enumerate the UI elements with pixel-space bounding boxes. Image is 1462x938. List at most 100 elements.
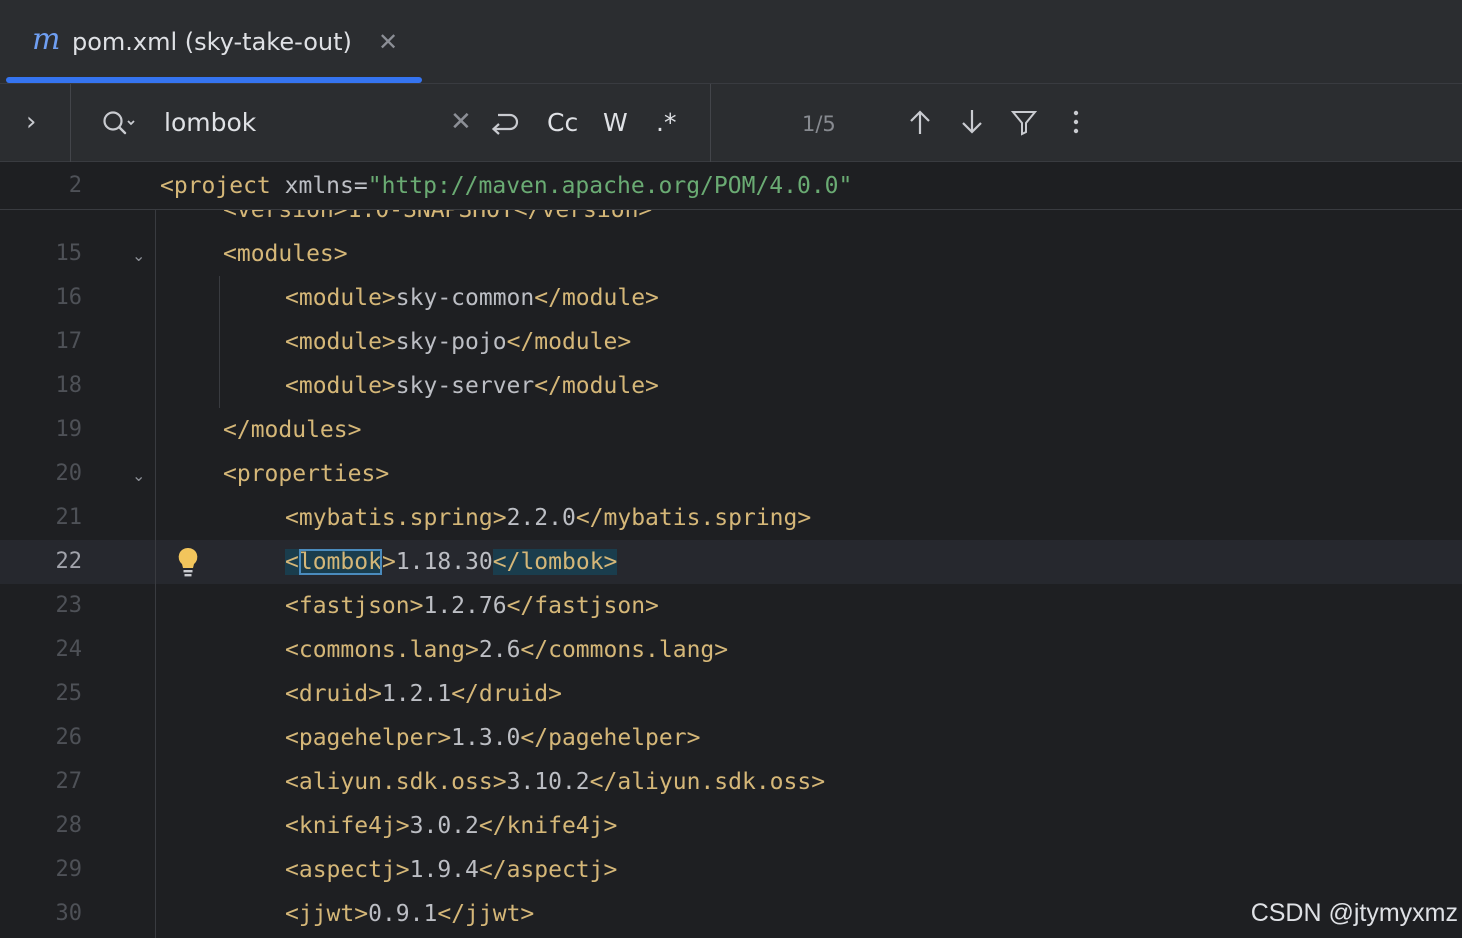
line-number: 22 bbox=[55, 549, 83, 574]
search-match-current: lombok bbox=[298, 549, 382, 575]
line-number: 16 bbox=[55, 285, 83, 310]
close-icon[interactable]: ✕ bbox=[378, 24, 398, 60]
newline-icon[interactable] bbox=[488, 106, 520, 142]
maven-icon: m bbox=[32, 22, 61, 57]
code-line: 23 <fastjson>1.2.76</fastjson> bbox=[0, 584, 1462, 628]
code-editor[interactable]: <version>1.0-SNAPSHOT</version> 15 ⌄ <mo… bbox=[0, 162, 1462, 938]
search-match: lombok bbox=[520, 549, 604, 575]
code-line: 27 <aliyun.sdk.oss>3.10.2</aliyun.sdk.os… bbox=[0, 760, 1462, 804]
find-bar: › lombok ✕ Cc W .* 1/5 bbox=[0, 84, 1462, 162]
code-text: <pagehelper>1.3.0</pagehelper> bbox=[285, 722, 700, 754]
chevron-down-icon[interactable]: ⌄ bbox=[132, 246, 145, 266]
xml-tag: <pagehelper> bbox=[285, 725, 452, 751]
line-number: 17 bbox=[55, 329, 83, 354]
search-icon[interactable] bbox=[102, 110, 136, 140]
more-vertical-icon[interactable] bbox=[1066, 106, 1086, 142]
line-number: 24 bbox=[55, 637, 83, 662]
xml-text: 1.3.0 bbox=[451, 725, 521, 751]
xml-tag: </aspectj> bbox=[478, 857, 618, 883]
code-text: <aliyun.sdk.oss>3.10.2</aliyun.sdk.oss> bbox=[285, 766, 825, 798]
xml-text: sky-server bbox=[395, 373, 535, 399]
xml-text: 2.2.0 bbox=[506, 505, 576, 531]
xml-text: 0.9.1 bbox=[368, 901, 438, 927]
xml-tag: </modules> bbox=[223, 417, 362, 443]
xml-tag: </module> bbox=[506, 329, 632, 355]
xml-tag: <commons.lang> bbox=[285, 637, 479, 663]
sticky-scope-line[interactable]: 2 <project xmlns="http://maven.apache.or… bbox=[0, 162, 1462, 210]
code-line: 21 <mybatis.spring>2.2.0</mybatis.spring… bbox=[0, 496, 1462, 540]
xml-tag: <project bbox=[160, 173, 271, 199]
line-number: 20 bbox=[55, 461, 83, 486]
xml-tag: </module> bbox=[534, 285, 659, 311]
code-text: <module>sky-pojo</module> bbox=[285, 326, 631, 358]
xml-text: 1.2.76 bbox=[423, 593, 507, 619]
xml-tag: <module> bbox=[285, 285, 396, 311]
line-number: 21 bbox=[55, 505, 83, 530]
line-number: 15 bbox=[55, 241, 83, 266]
xml-tag: </fastjson> bbox=[506, 593, 659, 619]
xml-tag: <aspectj> bbox=[285, 857, 410, 883]
xml-text: 1.2.1 bbox=[381, 681, 452, 707]
xml-tag: <knife4j> bbox=[285, 813, 410, 839]
xml-tag-bracket: < bbox=[285, 549, 299, 575]
code-text: <druid>1.2.1</druid> bbox=[285, 678, 562, 710]
lightbulb-icon[interactable] bbox=[176, 546, 200, 584]
arrow-up-icon[interactable] bbox=[906, 106, 934, 142]
code-text: <module>sky-server</module> bbox=[285, 370, 659, 402]
chevron-right-icon[interactable]: › bbox=[26, 106, 36, 138]
editor-tab-bar: m pom.xml (sky-take-out) ✕ bbox=[0, 0, 1462, 84]
gutter-divider bbox=[155, 210, 156, 938]
line-number: 19 bbox=[55, 417, 83, 442]
indent-guide bbox=[219, 276, 220, 408]
match-count: 1/5 bbox=[802, 112, 836, 136]
xml-tag: </module> bbox=[534, 373, 659, 399]
xml-tag: <aliyun.sdk.oss> bbox=[285, 769, 507, 795]
xml-tag: <module> bbox=[285, 329, 396, 355]
search-input[interactable]: lombok bbox=[164, 106, 256, 140]
xml-tag: </druid> bbox=[451, 681, 562, 707]
xml-tag: </knife4j> bbox=[478, 813, 618, 839]
xml-tag: </jjwt> bbox=[437, 901, 535, 927]
line-number: 27 bbox=[55, 769, 83, 794]
code-text: <jjwt>0.9.1</jjwt> bbox=[285, 898, 534, 930]
code-text: <module>sky-common</module> bbox=[285, 282, 659, 314]
xml-tag: <mybatis.spring> bbox=[285, 505, 507, 531]
xml-tag: </mybatis.spring> bbox=[575, 505, 812, 531]
xml-tag-bracket: > bbox=[381, 549, 396, 575]
xml-attribute: xmlns= bbox=[270, 173, 368, 199]
xml-text: sky-common bbox=[395, 285, 535, 311]
code-text: <commons.lang>2.6</commons.lang> bbox=[285, 634, 728, 666]
xml-text: 3.10.2 bbox=[506, 769, 590, 795]
code-line: 30 <jjwt>0.9.1</jjwt> bbox=[0, 892, 1462, 936]
tab-pom-xml[interactable]: m pom.xml (sky-take-out) ✕ bbox=[6, 0, 422, 84]
divider bbox=[70, 84, 71, 162]
xml-text: 1.9.4 bbox=[409, 857, 479, 883]
code-line: 25 <druid>1.2.1</druid> bbox=[0, 672, 1462, 716]
xml-tag-bracket: > bbox=[603, 549, 618, 575]
chevron-down-icon[interactable]: ⌄ bbox=[132, 466, 145, 486]
tab-title: pom.xml (sky-take-out) bbox=[72, 28, 352, 56]
xml-tag: <properties> bbox=[223, 461, 390, 487]
current-code-line: 22 <lombok>1.18.30</lombok> bbox=[0, 540, 1462, 584]
clear-search-icon[interactable]: ✕ bbox=[450, 104, 472, 140]
code-text: <project xmlns="http://maven.apache.org/… bbox=[160, 170, 852, 202]
code-text: <mybatis.spring>2.2.0</mybatis.spring> bbox=[285, 502, 811, 534]
xml-tag: <module> bbox=[285, 373, 396, 399]
arrow-down-icon[interactable] bbox=[958, 106, 986, 142]
match-case-toggle[interactable]: Cc bbox=[547, 106, 578, 140]
divider bbox=[710, 84, 711, 162]
xml-tag: <modules> bbox=[223, 241, 348, 267]
whole-word-toggle[interactable]: W bbox=[603, 106, 628, 140]
regex-toggle[interactable]: .* bbox=[656, 106, 676, 140]
filter-icon[interactable] bbox=[1010, 106, 1038, 142]
xml-tag: </commons.lang> bbox=[520, 637, 729, 663]
code-line: 26 <pagehelper>1.3.0</pagehelper> bbox=[0, 716, 1462, 760]
code-line: 24 <commons.lang>2.6</commons.lang> bbox=[0, 628, 1462, 672]
line-number: 25 bbox=[55, 681, 83, 706]
xml-tag: <fastjson> bbox=[285, 593, 424, 619]
code-text: <lombok>1.18.30</lombok> bbox=[285, 546, 618, 578]
xml-string: "http://maven.apache.org/POM/4.0.0" bbox=[367, 173, 853, 199]
line-number: 30 bbox=[55, 901, 83, 926]
code-line: 19 </modules> bbox=[0, 408, 1462, 452]
code-text: <aspectj>1.9.4</aspectj> bbox=[285, 854, 617, 886]
